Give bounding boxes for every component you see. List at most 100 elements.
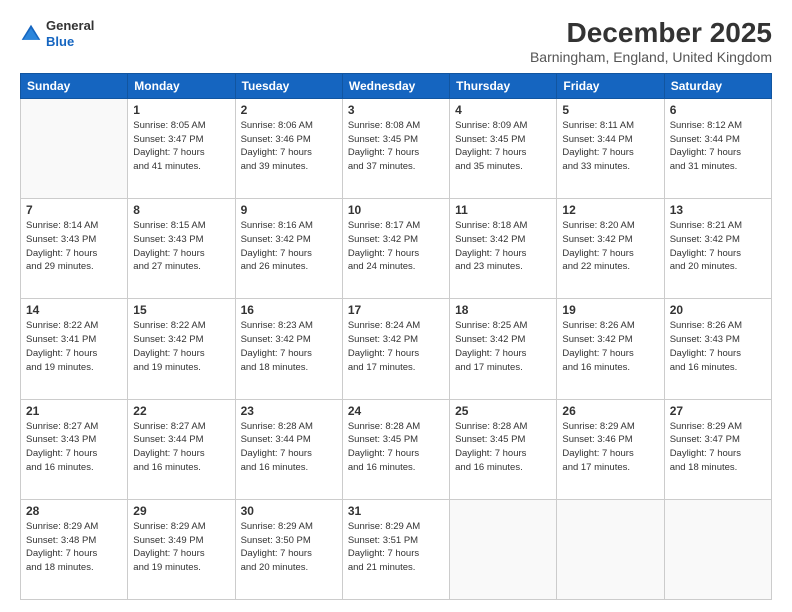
day-number: 11 <box>455 203 551 217</box>
calendar-cell: 16Sunrise: 8:23 AM Sunset: 3:42 PM Dayli… <box>235 299 342 399</box>
day-info: Sunrise: 8:14 AM Sunset: 3:43 PM Dayligh… <box>26 219 122 274</box>
month-title: December 2025 <box>530 18 772 49</box>
day-info: Sunrise: 8:28 AM Sunset: 3:44 PM Dayligh… <box>241 420 337 475</box>
day-number: 16 <box>241 303 337 317</box>
calendar-cell: 15Sunrise: 8:22 AM Sunset: 3:42 PM Dayli… <box>128 299 235 399</box>
logo-icon <box>20 23 42 45</box>
calendar-cell: 21 Sunrise: 8:27 AM Sunset: 3:43 PM Dayli… <box>21 399 128 499</box>
day-number: 14 <box>26 303 122 317</box>
day-number: 9 <box>241 203 337 217</box>
day-number: 31 <box>348 504 444 518</box>
day-info: Sunrise: 8:28 AM Sunset: 3:45 PM Dayligh… <box>455 420 551 475</box>
day-info: Sunrise: 8:11 AM Sunset: 3:44 PM Dayligh… <box>562 119 658 174</box>
day-info: Sunrise: 8:29 AM Sunset: 3:51 PM Dayligh… <box>348 520 444 575</box>
calendar-cell: 5 Sunrise: 8:11 AM Sunset: 3:44 PM Daylig… <box>557 98 664 198</box>
day-info: Sunrise: 8:29 AM Sunset: 3:46 PM Dayligh… <box>562 420 658 475</box>
calendar-cell: 11 Sunrise: 8:18 AM Sunset: 3:42 PM Dayli… <box>450 199 557 299</box>
calendar-cell: 22 Sunrise: 8:27 AM Sunset: 3:44 PM Dayli… <box>128 399 235 499</box>
weekday-header: Monday <box>128 73 235 98</box>
calendar-cell: 23 Sunrise: 8:28 AM Sunset: 3:44 PM Dayli… <box>235 399 342 499</box>
calendar-cell: 31 Sunrise: 8:29 AM Sunset: 3:51 PM Dayli… <box>342 499 449 599</box>
day-info: Sunrise: 8:22 AM Sunset: 3:41 PM Dayligh… <box>26 319 122 374</box>
day-info: Sunrise: 8:20 AM Sunset: 3:42 PM Dayligh… <box>562 219 658 274</box>
day-info: Sunrise: 8:29 AM Sunset: 3:49 PM Dayligh… <box>133 520 229 575</box>
day-number: 19 <box>562 303 658 317</box>
calendar-cell: 12 Sunrise: 8:20 AM Sunset: 3:42 PM Dayli… <box>557 199 664 299</box>
day-number: 8 <box>133 203 229 217</box>
title-block: December 2025 Barningham, England, Unite… <box>530 18 772 65</box>
calendar-cell: 19 Sunrise: 8:26 AM Sunset: 3:42 PM Dayli… <box>557 299 664 399</box>
day-number: 5 <box>562 103 658 117</box>
day-number: 20 <box>670 303 766 317</box>
calendar-cell: 13Sunrise: 8:21 AM Sunset: 3:42 PM Dayli… <box>664 199 771 299</box>
calendar-cell: 10 Sunrise: 8:17 AM Sunset: 3:42 PM Dayli… <box>342 199 449 299</box>
day-info: Sunrise: 8:27 AM Sunset: 3:44 PM Dayligh… <box>133 420 229 475</box>
day-info: Sunrise: 8:18 AM Sunset: 3:42 PM Dayligh… <box>455 219 551 274</box>
calendar-cell: 17 Sunrise: 8:24 AM Sunset: 3:42 PM Dayli… <box>342 299 449 399</box>
calendar-week-row: 7 Sunrise: 8:14 AM Sunset: 3:43 PM Daylig… <box>21 199 772 299</box>
day-number: 2 <box>241 103 337 117</box>
calendar-week-row: 14 Sunrise: 8:22 AM Sunset: 3:41 PM Dayli… <box>21 299 772 399</box>
day-number: 15 <box>133 303 229 317</box>
calendar-cell: 20Sunrise: 8:26 AM Sunset: 3:43 PM Dayli… <box>664 299 771 399</box>
weekday-header: Friday <box>557 73 664 98</box>
logo: General Blue <box>20 18 94 49</box>
day-info: Sunrise: 8:08 AM Sunset: 3:45 PM Dayligh… <box>348 119 444 174</box>
day-info: Sunrise: 8:05 AM Sunset: 3:47 PM Dayligh… <box>133 119 229 174</box>
day-number: 12 <box>562 203 658 217</box>
calendar-cell: 27Sunrise: 8:29 AM Sunset: 3:47 PM Dayli… <box>664 399 771 499</box>
calendar-week-row: 28Sunrise: 8:29 AM Sunset: 3:48 PM Dayli… <box>21 499 772 599</box>
day-number: 22 <box>133 404 229 418</box>
calendar-cell <box>557 499 664 599</box>
calendar-cell: 1 Sunrise: 8:05 AM Sunset: 3:47 PM Daylig… <box>128 98 235 198</box>
day-info: Sunrise: 8:28 AM Sunset: 3:45 PM Dayligh… <box>348 420 444 475</box>
header: General Blue December 2025 Barningham, E… <box>20 18 772 65</box>
day-number: 28 <box>26 504 122 518</box>
day-number: 10 <box>348 203 444 217</box>
calendar-cell <box>450 499 557 599</box>
day-info: Sunrise: 8:06 AM Sunset: 3:46 PM Dayligh… <box>241 119 337 174</box>
calendar-header-row: SundayMondayTuesdayWednesdayThursdayFrid… <box>21 73 772 98</box>
day-info: Sunrise: 8:27 AM Sunset: 3:43 PM Dayligh… <box>26 420 122 475</box>
calendar-cell <box>21 98 128 198</box>
calendar-cell: 24Sunrise: 8:28 AM Sunset: 3:45 PM Dayli… <box>342 399 449 499</box>
calendar-cell: 2 Sunrise: 8:06 AM Sunset: 3:46 PM Daylig… <box>235 98 342 198</box>
day-info: Sunrise: 8:17 AM Sunset: 3:42 PM Dayligh… <box>348 219 444 274</box>
day-number: 30 <box>241 504 337 518</box>
calendar-cell: 29Sunrise: 8:29 AM Sunset: 3:49 PM Dayli… <box>128 499 235 599</box>
calendar-cell: 30Sunrise: 8:29 AM Sunset: 3:50 PM Dayli… <box>235 499 342 599</box>
day-number: 17 <box>348 303 444 317</box>
logo-text: General Blue <box>46 18 94 49</box>
calendar-cell: 18Sunrise: 8:25 AM Sunset: 3:42 PM Dayli… <box>450 299 557 399</box>
weekday-header: Sunday <box>21 73 128 98</box>
day-number: 3 <box>348 103 444 117</box>
calendar-table: SundayMondayTuesdayWednesdayThursdayFrid… <box>20 73 772 600</box>
day-number: 18 <box>455 303 551 317</box>
calendar-week-row: 1 Sunrise: 8:05 AM Sunset: 3:47 PM Daylig… <box>21 98 772 198</box>
day-number: 13 <box>670 203 766 217</box>
day-info: Sunrise: 8:16 AM Sunset: 3:42 PM Dayligh… <box>241 219 337 274</box>
location: Barningham, England, United Kingdom <box>530 49 772 65</box>
calendar-cell: 8 Sunrise: 8:15 AM Sunset: 3:43 PM Daylig… <box>128 199 235 299</box>
day-number: 6 <box>670 103 766 117</box>
calendar-cell: 25Sunrise: 8:28 AM Sunset: 3:45 PM Dayli… <box>450 399 557 499</box>
weekday-header: Saturday <box>664 73 771 98</box>
logo-general: General <box>46 18 94 33</box>
day-info: Sunrise: 8:12 AM Sunset: 3:44 PM Dayligh… <box>670 119 766 174</box>
day-info: Sunrise: 8:09 AM Sunset: 3:45 PM Dayligh… <box>455 119 551 174</box>
calendar-cell <box>664 499 771 599</box>
day-number: 26 <box>562 404 658 418</box>
day-number: 7 <box>26 203 122 217</box>
day-number: 4 <box>455 103 551 117</box>
day-info: Sunrise: 8:26 AM Sunset: 3:42 PM Dayligh… <box>562 319 658 374</box>
day-info: Sunrise: 8:24 AM Sunset: 3:42 PM Dayligh… <box>348 319 444 374</box>
calendar-cell: 14 Sunrise: 8:22 AM Sunset: 3:41 PM Dayli… <box>21 299 128 399</box>
calendar-cell: 28Sunrise: 8:29 AM Sunset: 3:48 PM Dayli… <box>21 499 128 599</box>
day-info: Sunrise: 8:15 AM Sunset: 3:43 PM Dayligh… <box>133 219 229 274</box>
page: General Blue December 2025 Barningham, E… <box>0 0 792 612</box>
day-number: 1 <box>133 103 229 117</box>
weekday-header: Thursday <box>450 73 557 98</box>
day-number: 23 <box>241 404 337 418</box>
calendar-cell: 4 Sunrise: 8:09 AM Sunset: 3:45 PM Daylig… <box>450 98 557 198</box>
day-number: 21 <box>26 404 122 418</box>
